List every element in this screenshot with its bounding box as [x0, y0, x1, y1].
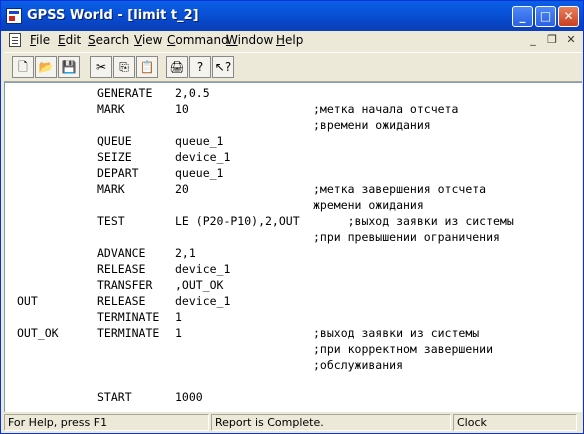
code-line: RELEASE device_1 — [5, 261, 582, 277]
code-arg: 2,0.5 — [175, 86, 210, 100]
open-folder-icon[interactable]: 📂 — [35, 56, 57, 78]
mdi-restore-button[interactable]: ❐ — [544, 33, 560, 47]
code-comment: ;метка начала отсчета — [313, 102, 459, 116]
code-comment: ;выход заявки из системы — [313, 326, 480, 340]
code-op: TERMINATE — [97, 326, 160, 340]
gpss-app-icon[interactable] — [6, 8, 22, 24]
code-op: START — [97, 390, 132, 404]
paste-icon[interactable]: 📋 — [136, 56, 158, 78]
menu-search[interactable]: Search — [88, 33, 129, 47]
print-icon[interactable]: 🖨 — [166, 56, 188, 78]
code-line: ;времени ожидания — [5, 117, 582, 133]
code-arg: LE (P20-P10),2,OUT — [175, 214, 300, 228]
code-arg: device_1 — [175, 262, 231, 276]
help-icon[interactable]: ? — [189, 56, 211, 78]
code-line: TERMINATE 1 — [5, 309, 582, 325]
menu-view[interactable]: View — [134, 33, 162, 47]
mdi-close-button[interactable]: ✕ — [563, 33, 579, 47]
title-bar[interactable]: GPSS World - [limit t_2] _ □ ✕ — [1, 1, 583, 31]
document-icon[interactable] — [9, 33, 21, 47]
gpss-world-window: GPSS World - [limit t_2] _ □ ✕ File Edit… — [0, 0, 584, 434]
menu-file[interactable]: File — [30, 33, 50, 47]
code-line: ;при превышении ограничения — [5, 229, 582, 245]
code-arg: 2,1 — [175, 246, 196, 260]
minimize-button[interactable]: _ — [512, 6, 533, 27]
code-arg: queue_1 — [175, 166, 224, 180]
code-line: ;обслуживания — [5, 357, 582, 373]
code-op: TRANSFER — [97, 278, 153, 292]
code-line: ;при корректном завершении — [5, 341, 582, 357]
code-line: MARK 20 ;метка завершения отсчета — [5, 181, 582, 197]
code-arg: 1000 — [175, 390, 203, 404]
code-op: TEST — [97, 214, 125, 228]
code-line: TEST LE (P20-P10),2,OUT ;выход заявки из … — [5, 213, 582, 229]
menu-edit[interactable]: Edit — [58, 33, 81, 47]
code-line: OUT_OK TERMINATE 1 ;выход заявки из системы — [5, 325, 582, 341]
code-line: START 1000 — [5, 389, 582, 405]
code-arg: device_1 — [175, 150, 231, 164]
new-file-icon[interactable]: 🗋 — [12, 56, 34, 78]
cut-icon[interactable]: ✂ — [90, 56, 112, 78]
code-comment: ;метка завершения отсчета — [313, 182, 487, 196]
code-line: SEIZE device_1 — [5, 149, 582, 165]
code-arg: 1 — [175, 310, 182, 324]
code-op: SEIZE — [97, 150, 132, 164]
code-line: QUEUE queue_1 — [5, 133, 582, 149]
status-report-text: Report is Complete. — [211, 414, 451, 431]
code-op: MARK — [97, 182, 125, 196]
code-op: RELEASE — [97, 262, 146, 276]
copy-icon[interactable]: ⎘ — [113, 56, 135, 78]
code-arg: device_1 — [175, 294, 231, 308]
code-editor[interactable]: GENERATE 2,0.5 MARK 10 ;метка начала отсчета… — [4, 82, 582, 412]
code-arg: 10 — [175, 102, 189, 116]
menu-bar: File Edit Search View Command Window Hel… — [4, 31, 582, 51]
status-bar: For Help, press F1 Report is Complete. C… — [4, 413, 582, 433]
code-line: OUT RELEASE device_1 — [5, 293, 582, 309]
status-help-text: For Help, press F1 — [4, 414, 209, 431]
menu-window[interactable]: Window — [226, 33, 273, 47]
save-disk-icon[interactable]: 💾 — [58, 56, 80, 78]
code-line: ADVANCE 2,1 — [5, 245, 582, 261]
code-comment: ;при превышении ограничения — [313, 230, 500, 244]
menu-help[interactable]: Help — [276, 33, 303, 47]
code-op: ADVANCE — [97, 246, 146, 260]
code-line: жремени ожидания — [5, 197, 582, 213]
context-help-icon[interactable]: ↖? — [212, 56, 234, 78]
status-clock: Clock — [453, 414, 577, 431]
code-comment: ;при корректном завершении — [313, 342, 494, 356]
code-arg: 20 — [175, 182, 189, 196]
code-line: TRANSFER ,OUT_OK — [5, 277, 582, 293]
code-arg: ,OUT_OK — [175, 278, 224, 292]
code-op: DEPART — [97, 166, 139, 180]
code-op: MARK — [97, 102, 125, 116]
code-op: TERMINATE — [97, 310, 160, 324]
code-op: RELEASE — [97, 294, 146, 308]
toolbar: 🗋 📂 💾 ✂ ⎘ 📋 🖨 ? ↖? — [4, 52, 582, 82]
code-line: GENERATE 2,0.5 — [5, 85, 582, 101]
code-label: OUT — [17, 294, 38, 308]
close-button[interactable]: ✕ — [558, 6, 579, 27]
code-op: GENERATE — [97, 86, 153, 100]
code-comment: жремени ожидания — [313, 198, 424, 212]
code-arg: 1 — [175, 326, 182, 340]
window-title: GPSS World - [limit t_2] — [27, 8, 199, 23]
menu-command[interactable]: Command — [167, 33, 229, 47]
code-comment: ;выход заявки из системы — [313, 214, 514, 228]
code-line: DEPART queue_1 — [5, 165, 582, 181]
code-comment: ;времени ожидания — [313, 118, 431, 132]
code-op: QUEUE — [97, 134, 132, 148]
code-line: MARK 10 ;метка начала отсчета — [5, 101, 582, 117]
maximize-button[interactable]: □ — [535, 6, 556, 27]
code-comment: ;обслуживания — [313, 358, 404, 372]
code-arg: queue_1 — [175, 134, 224, 148]
code-label: OUT_OK — [17, 326, 59, 340]
mdi-minimize-button[interactable]: _ — [525, 33, 541, 47]
